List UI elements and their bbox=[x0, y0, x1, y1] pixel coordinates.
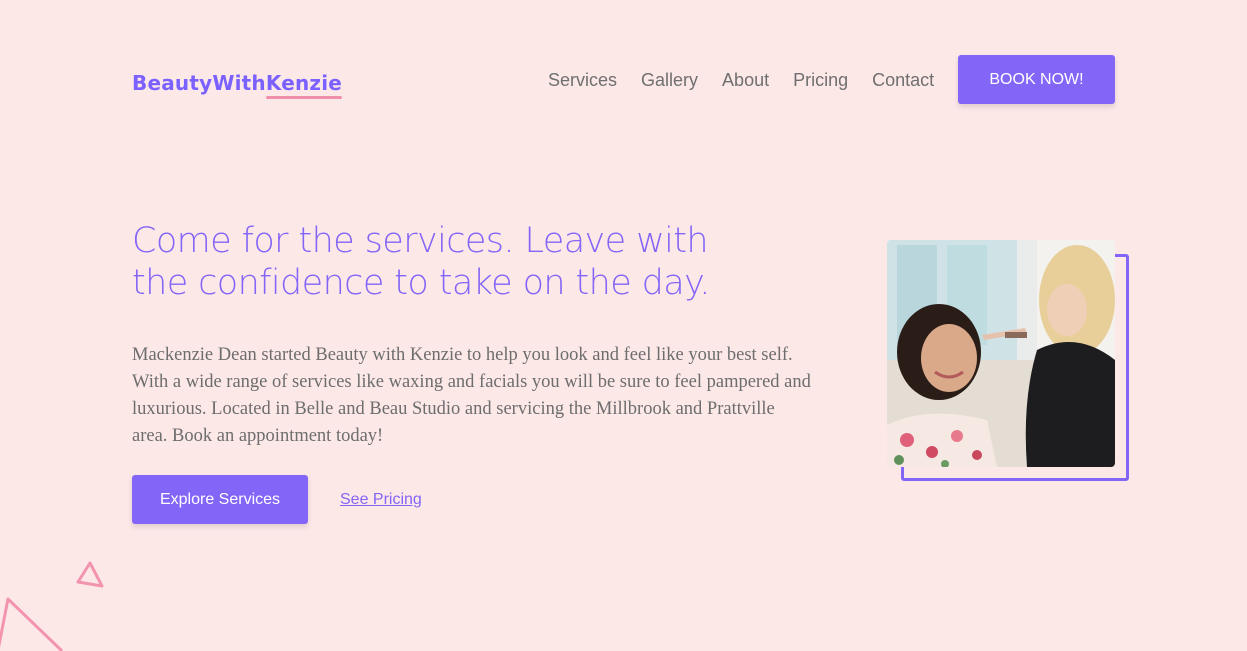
hero-paragraph: Mackenzie Dean started Beauty with Kenzi… bbox=[132, 345, 811, 446]
makeup-artist-image bbox=[887, 240, 1115, 467]
nav-link-contact[interactable]: Contact bbox=[872, 68, 934, 92]
main-nav: Services Gallery About Pricing Contact bbox=[548, 68, 958, 92]
brand-name-part2: Kenzie bbox=[265, 71, 343, 99]
nav-link-pricing[interactable]: Pricing bbox=[793, 68, 848, 92]
explore-services-button[interactable]: Explore Services bbox=[132, 475, 308, 524]
nav-link-about[interactable]: About bbox=[722, 68, 769, 92]
brand-name-part1: BeautyWith bbox=[132, 71, 266, 95]
brand-logo[interactable]: BeautyWithKenzie bbox=[132, 71, 343, 99]
nav-link-services[interactable]: Services bbox=[548, 68, 617, 92]
book-now-button[interactable]: BOOK NOW! bbox=[958, 55, 1115, 104]
see-pricing-link[interactable]: See Pricing bbox=[340, 491, 422, 509]
hero-headline: Come for the services. Leave with the co… bbox=[132, 221, 710, 303]
triangle-decoration-icon bbox=[0, 561, 104, 651]
hero-photo bbox=[887, 240, 1115, 467]
nav-link-gallery[interactable]: Gallery bbox=[641, 68, 698, 92]
